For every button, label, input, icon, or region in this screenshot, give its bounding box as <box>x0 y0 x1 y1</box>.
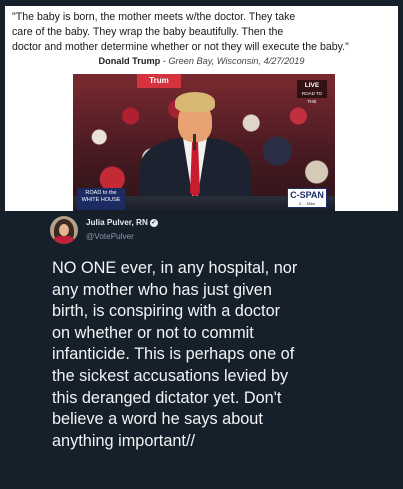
quote-line: care of the baby. They wrap the baby bea… <box>12 26 284 38</box>
quote-line: "The baby is born, the mother meets w/th… <box>12 11 296 23</box>
quote-line: doctor and mother determine whether or n… <box>12 41 349 53</box>
quote-attribution: Donald Trump - Green Bay, Wisconsin, 4/2… <box>5 56 398 66</box>
live-sub-label: ROAD TO THE <box>301 91 323 104</box>
live-label: LIVE <box>304 82 320 89</box>
quote-speaker: Donald Trump <box>98 56 161 66</box>
author-name[interactable]: Julia Pulver, RN ✓ <box>86 218 158 227</box>
road-to-white-house-banner: ROAD to the WHITE HOUSE <box>77 188 125 210</box>
live-bug: LIVE ROAD TO THE <box>297 80 327 104</box>
microphone-icon <box>193 134 196 150</box>
verified-badge-icon: ✓ <box>149 219 158 227</box>
tweet-line: anything important// <box>52 431 195 450</box>
tweet-line: this deranged dictator yet. Don't <box>52 388 282 407</box>
tweet-line: infanticide. This is perhaps one of <box>52 345 295 364</box>
banner-line: WHITE HOUSE <box>81 197 121 203</box>
quote-text: "The baby is born, the mother meets w/th… <box>12 10 398 55</box>
cspan-logo: C-SPAN 3 ... Mike <box>287 188 327 208</box>
author-name-text: Julia Pulver, RN <box>86 218 148 227</box>
avatar-face <box>59 224 69 236</box>
tweet-line: believe a word he says about <box>52 410 263 429</box>
quote-location-date: Green Bay, Wisconsin, 4/27/2019 <box>168 56 305 66</box>
author-handle[interactable]: @VotePulver <box>86 232 134 241</box>
crowd-sign: Trum <box>137 74 181 88</box>
avatar[interactable] <box>50 216 78 244</box>
hair <box>175 92 215 112</box>
tweet-line: any mother who has just given <box>52 280 272 299</box>
network-sub-text: 3 ... Mike <box>298 201 316 206</box>
avatar-shirt <box>53 236 75 244</box>
tweet-line: birth, is conspiring with a doctor <box>52 302 281 321</box>
video-still: Trum LIVE ROAD TO THE ROAD to the WHITE … <box>73 74 335 214</box>
banner-line: ROAD to the <box>85 190 117 196</box>
tweet-line: on whether or not to commit <box>52 323 254 342</box>
tweet-line: NO ONE ever, in any hospital, nor <box>52 259 298 277</box>
network-logo-text: C-SPAN <box>290 190 324 200</box>
tweet-text: NO ONE ever, in any hospital, nor any mo… <box>52 258 402 452</box>
quote-image-card[interactable]: "The baby is born, the mother meets w/th… <box>5 6 398 214</box>
tweet-line: the sickest accusations levied by <box>52 366 289 385</box>
